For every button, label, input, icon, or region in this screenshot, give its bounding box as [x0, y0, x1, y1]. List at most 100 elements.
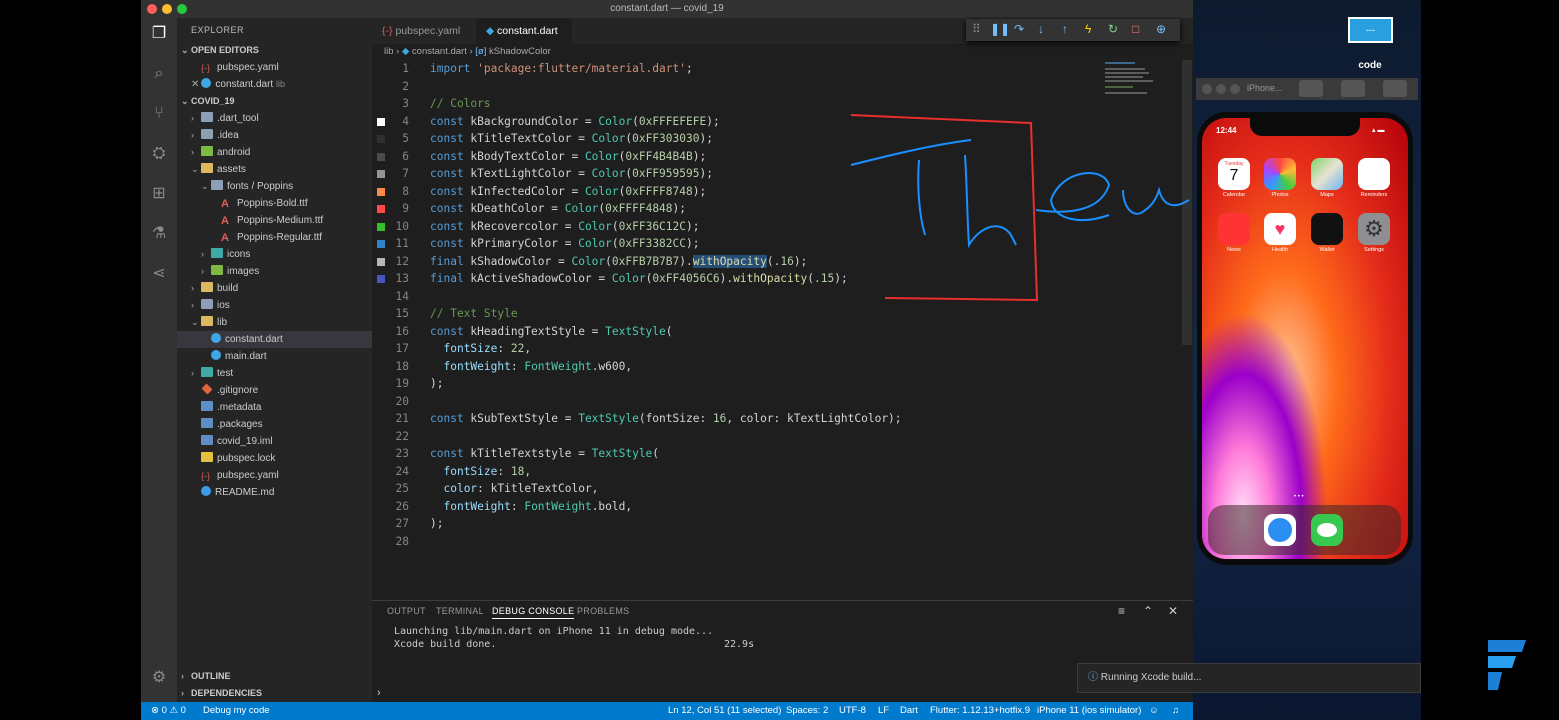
file-tree-item[interactable]: constant.dart: [177, 331, 372, 348]
panel-tab-debug-console[interactable]: DEBUG CONSOLE: [492, 606, 575, 619]
debug-config[interactable]: Debug my code: [203, 702, 270, 720]
step-into-icon[interactable]: ↓: [1038, 22, 1044, 36]
inspect-widget-icon[interactable]: ⊕: [1156, 22, 1166, 36]
close-editor-icon[interactable]: ✕: [191, 79, 199, 90]
pause-icon[interactable]: ❚❚: [990, 22, 1010, 36]
file-tree-item[interactable]: {-} pubspec.yaml: [177, 467, 372, 484]
file-tree-item[interactable]: .metadata: [177, 399, 372, 416]
restart-icon[interactable]: ↻: [1108, 22, 1118, 36]
notifications-bell-icon[interactable]: ♫: [1172, 702, 1179, 720]
open-editor-item[interactable]: ✕ constant.dart lib: [177, 76, 372, 93]
explorer-icon[interactable]: ❐: [149, 24, 169, 44]
cursor-position[interactable]: Ln 12, Col 51 (11 selected): [668, 702, 781, 720]
file-tree-item[interactable]: ⌄ lib: [177, 314, 372, 331]
debug-icon[interactable]: ⛭: [149, 144, 169, 164]
line-ending[interactable]: LF: [878, 702, 889, 720]
outline-section[interactable]: › OUTLINE: [177, 668, 372, 685]
console-prompt[interactable]: ›: [377, 687, 381, 699]
code-line[interactable]: 21 const kSubTextStyle = TextStyle(fontSi…: [372, 410, 1182, 428]
search-icon[interactable]: ⌕: [149, 64, 169, 84]
file-tree-item[interactable]: README.md: [177, 484, 372, 501]
file-tree-item[interactable]: .packages: [177, 416, 372, 433]
app-calendar[interactable]: Tuesday 7: [1218, 158, 1250, 190]
file-tree-item[interactable]: A Poppins-Bold.ttf: [177, 195, 372, 212]
twisty-icon[interactable]: ›: [191, 110, 201, 127]
encoding[interactable]: UTF-8: [839, 702, 866, 720]
app-wallet[interactable]: [1311, 213, 1343, 245]
hot-reload-icon[interactable]: ϟ: [1085, 22, 1091, 36]
panel-tab-problems[interactable]: PROBLEMS: [577, 606, 629, 616]
twisty-icon[interactable]: ›: [201, 246, 211, 263]
file-tree-item[interactable]: › build: [177, 280, 372, 297]
file-tree-item[interactable]: › icons: [177, 246, 372, 263]
sim-zoom-button[interactable]: [1230, 84, 1240, 94]
app-news[interactable]: [1218, 213, 1250, 245]
flutter-icon[interactable]: ⋖: [149, 264, 169, 284]
panel-tab-terminal[interactable]: TERMINAL: [436, 606, 484, 616]
breadcrumb-folder[interactable]: lib: [384, 46, 394, 57]
twisty-icon[interactable]: ⌄: [201, 178, 211, 195]
feedback-icon[interactable]: ☺: [1149, 702, 1159, 720]
sim-minimize-button[interactable]: [1216, 84, 1226, 94]
problems-count[interactable]: ⊗ 0 ⚠ 0: [151, 702, 186, 720]
code-line[interactable]: 27);: [372, 515, 1182, 533]
file-tree-item[interactable]: pubspec.lock: [177, 450, 372, 467]
app-settings[interactable]: ⚙: [1358, 213, 1390, 245]
sim-close-button[interactable]: [1202, 84, 1212, 94]
code-line[interactable]: 25 color: kTitleTextColor,: [372, 480, 1182, 498]
home-icon[interactable]: [1341, 80, 1365, 97]
twisty-icon[interactable]: ⌄: [191, 314, 201, 331]
maximize-panel-icon[interactable]: ⌃: [1143, 604, 1153, 618]
open-editor-item[interactable]: {-} pubspec.yaml: [177, 59, 372, 76]
code-line[interactable]: 17 fontSize: 22,: [372, 340, 1182, 358]
file-tree-item[interactable]: › ios: [177, 297, 372, 314]
tab-constant-dart[interactable]: ◆ constant.dart: [476, 18, 572, 44]
code-line[interactable]: 23 const kTitleTextstyle = TextStyle(: [372, 445, 1182, 463]
rotate-icon[interactable]: [1383, 80, 1407, 97]
app-photos[interactable]: [1264, 158, 1296, 190]
code-line[interactable]: 16 const kHeadingTextStyle = TextStyle(: [372, 323, 1182, 341]
app-reminders[interactable]: [1358, 158, 1390, 190]
app-safari[interactable]: [1264, 514, 1296, 546]
file-tree-item[interactable]: covid_19.iml: [177, 433, 372, 450]
open-editors-section[interactable]: ⌄ OPEN EDITORS: [177, 42, 372, 59]
extensions-icon[interactable]: ⊞: [149, 184, 169, 204]
app-health[interactable]: ♥: [1264, 213, 1296, 245]
breadcrumb-symbol[interactable]: kShadowColor: [489, 46, 551, 57]
language-mode[interactable]: Dart: [900, 702, 918, 720]
breadcrumb-file[interactable]: constant.dart: [412, 46, 467, 57]
source-control-icon[interactable]: ⑂: [149, 104, 169, 124]
clear-console-icon[interactable]: ≡: [1118, 604, 1125, 618]
code-line[interactable]: 20: [372, 393, 1182, 411]
app-maps[interactable]: [1311, 158, 1343, 190]
twisty-icon[interactable]: ›: [191, 127, 201, 144]
settings-gear-icon[interactable]: ⚙: [149, 668, 169, 688]
file-tree-item[interactable]: › images: [177, 263, 372, 280]
testing-icon[interactable]: ⚗: [149, 224, 169, 244]
file-tree-item[interactable]: A Poppins-Regular.ttf: [177, 229, 372, 246]
minimize-window-button[interactable]: [162, 4, 172, 14]
code-line[interactable]: 24 fontSize: 18,: [372, 463, 1182, 481]
target-device[interactable]: iPhone 11 (ios simulator): [1037, 702, 1141, 720]
code-line[interactable]: 22: [372, 428, 1182, 446]
code-line[interactable]: 15 // Text Style: [372, 305, 1182, 323]
step-over-icon[interactable]: ↷: [1014, 22, 1024, 36]
indentation[interactable]: Spaces: 2: [786, 702, 828, 720]
screenshot-icon[interactable]: [1299, 80, 1323, 97]
twisty-icon[interactable]: ›: [201, 263, 211, 280]
file-tree-item[interactable]: › .dart_tool: [177, 110, 372, 127]
twisty-icon[interactable]: ›: [191, 280, 201, 297]
code-line[interactable]: 1 import 'package:flutter/material.dart';: [372, 60, 1182, 78]
file-tree-item[interactable]: › test: [177, 365, 372, 382]
project-section[interactable]: ⌄ COVID_19: [177, 93, 372, 110]
file-tree-item[interactable]: ⌄ fonts / Poppins: [177, 178, 372, 195]
minimap[interactable]: [1105, 60, 1155, 100]
flutter-version[interactable]: Flutter: 1.12.13+hotfix.9: [930, 702, 1030, 720]
twisty-icon[interactable]: ›: [191, 144, 201, 161]
step-out-icon[interactable]: ↑: [1062, 22, 1068, 36]
code-line[interactable]: 2: [372, 78, 1182, 96]
drag-handle-icon[interactable]: ⠿: [972, 22, 981, 36]
file-tree-item[interactable]: › android: [177, 144, 372, 161]
code-line[interactable]: 18 fontWeight: FontWeight.w600,: [372, 358, 1182, 376]
file-tree-item[interactable]: A Poppins-Medium.ttf: [177, 212, 372, 229]
